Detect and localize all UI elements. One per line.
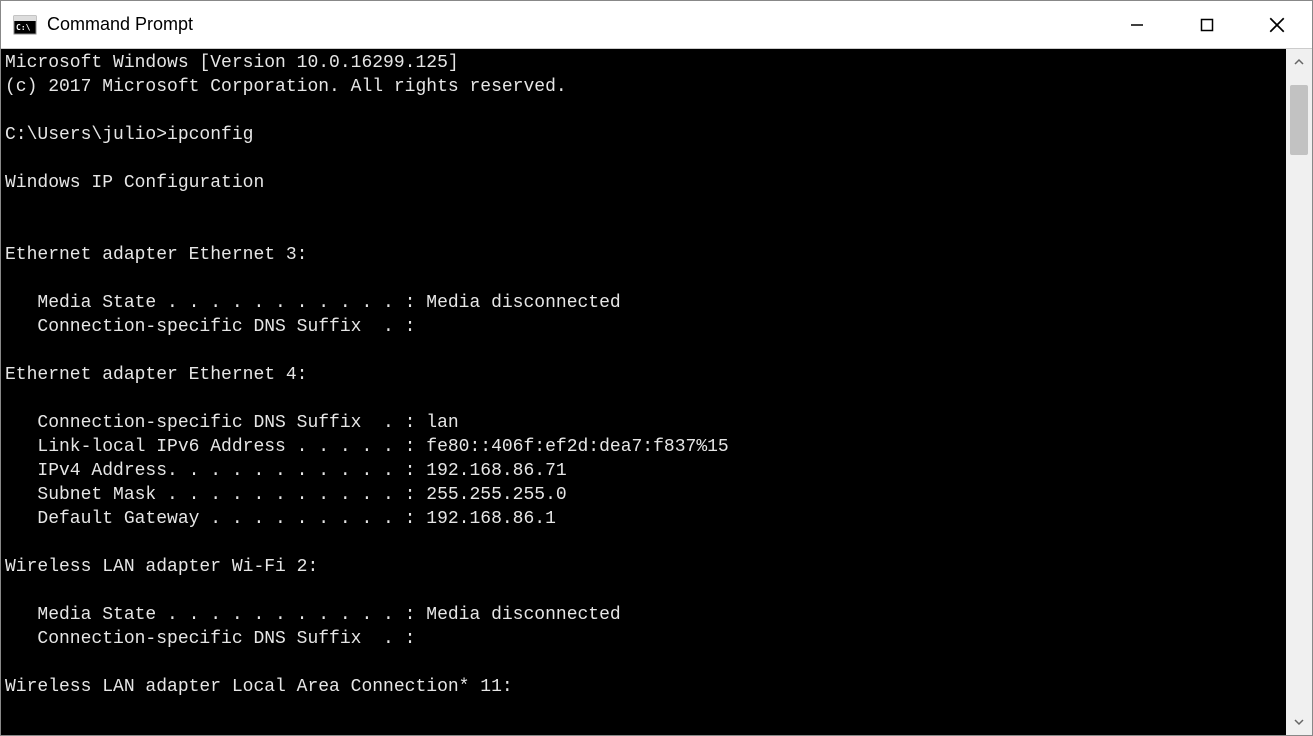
titlebar[interactable]: C:\ Command Prompt (1, 1, 1312, 49)
scrollbar-track[interactable] (1286, 75, 1312, 709)
scroll-down-button[interactable] (1286, 709, 1312, 735)
close-button[interactable] (1242, 1, 1312, 48)
svg-text:C:\: C:\ (16, 23, 31, 32)
window-controls (1102, 1, 1312, 48)
vertical-scrollbar[interactable] (1286, 49, 1312, 735)
scrollbar-thumb[interactable] (1290, 85, 1308, 155)
minimize-button[interactable] (1102, 1, 1172, 48)
console-output[interactable]: Microsoft Windows [Version 10.0.16299.12… (1, 49, 1286, 735)
scroll-up-button[interactable] (1286, 49, 1312, 75)
command-prompt-icon: C:\ (13, 13, 37, 37)
maximize-button[interactable] (1172, 1, 1242, 48)
window-title: Command Prompt (47, 14, 1102, 35)
